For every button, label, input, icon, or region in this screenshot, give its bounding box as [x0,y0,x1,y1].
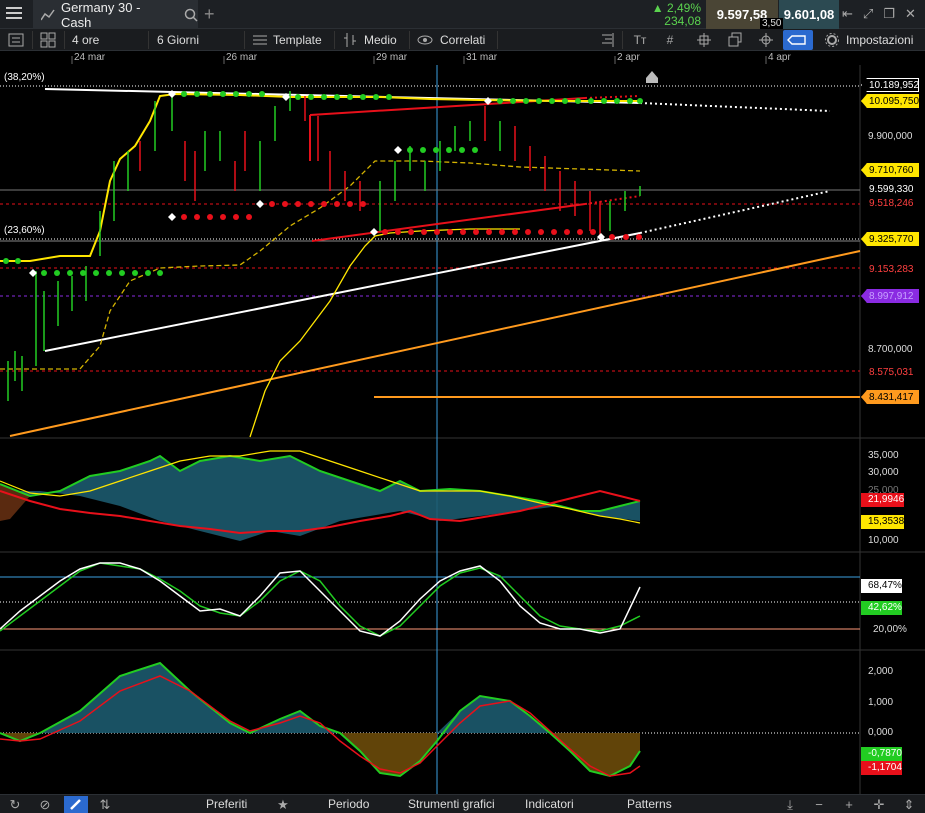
price-axis-label: 9.900,000 [868,131,913,142]
price-level-tag: 8.997,912 [861,289,919,303]
price-level-tag: 10.095,750 [861,94,919,108]
stoch-tag: 42,62% [861,601,902,615]
chart-line-icon [41,9,55,20]
crosshair-tool-icon[interactable] [696,32,712,48]
collapse-icon[interactable]: ⇤ [842,6,853,22]
buy-price-button[interactable]: 9.601,08 [779,0,839,29]
list-icon[interactable] [8,32,24,48]
medio-button[interactable]: Medio [364,29,397,51]
stoch-axis-label: 20,00% [873,624,907,635]
chart-toolbar: 4 ore 6 Giorni Template Medio Correlati … [0,29,925,51]
stoch-tag: 68,47% [861,579,902,593]
range-select[interactable]: 6 Giorni [157,29,199,51]
periodo-button[interactable]: Periodo [328,795,369,813]
strumenti-button[interactable]: Strumenti grafici [408,795,495,813]
gear-icon [825,33,839,47]
pan-vertical-icon[interactable]: ⇕ [900,796,918,813]
price-tag-toggle[interactable] [783,30,813,50]
candle-icon [344,33,356,47]
adx-axis-label: 10,000 [868,535,899,546]
adx-axis-label: 35,000 [868,450,899,461]
chart-canvas[interactable] [0,51,925,794]
price-axis-label: 8.700,000 [868,344,913,355]
price-level-tag: 9.599,330 [861,182,919,196]
menu-icon[interactable] [6,7,22,21]
macd-axis-label: 1,000 [868,697,894,708]
tag-icon [787,35,806,45]
correlati-button[interactable]: Correlati [440,29,485,51]
crosshair-icon[interactable]: ✛ [870,796,888,813]
copy-icon[interactable] [727,32,743,48]
add-tab-icon[interactable]: + [204,4,215,25]
macd-axis-label: 0,000 [868,727,894,738]
fib-label: (38,20%) [4,72,45,83]
block-icon[interactable]: ⊘ [36,796,54,813]
template-button[interactable]: Template [273,29,322,51]
price-change: ▲ 2,49% 234,08 [645,0,705,29]
star-icon[interactable]: ★ [274,796,292,813]
search-icon[interactable] [184,8,198,22]
macd-tag: -0,7870 [861,747,902,761]
align-icon[interactable] [599,32,615,48]
title-bar: Germany 30 - Cash + ▲ 2,49% 234,08 9.597… [0,0,925,30]
template-icon [253,35,267,45]
settings-button[interactable]: Impostazioni [846,29,913,51]
adx-axis-label: 30,000 [868,467,899,478]
bottom-toolbar: ↻ ⊘ ⇅ Preferiti ★ Periodo Strumenti graf… [0,794,925,813]
zoom-in-icon[interactable]: + [840,796,858,813]
adx-tag: 21,9946 [861,493,905,507]
interval-select[interactable]: 4 ore [72,29,99,51]
text-size-icon[interactable]: Tт [630,32,650,48]
price-level-tag: 8.431,417 [861,390,919,404]
price-level-tag: 9.153,283 [861,262,919,276]
zoom-fit-icon[interactable]: ⤓ [781,796,799,813]
price-level-tag: 8.575,031 [861,365,919,379]
draw-tool-button[interactable] [64,796,88,813]
adx-tag: 15,3538 [861,515,905,529]
arrows-vertical-icon[interactable]: ⇅ [96,796,114,813]
zoom-out-icon[interactable]: − [810,796,828,813]
change-percent: 2,49% [666,1,701,15]
tab-title: Germany 30 - Cash [60,0,141,30]
macd-axis-label: 2,000 [868,666,894,677]
expand-icon[interactable]: ⤢ [863,6,873,22]
grid-icon[interactable]: # [662,32,678,48]
preferiti-button[interactable]: Preferiti [206,795,247,813]
macd-tag: -1,1704 [861,761,902,775]
price-level-tag: 9.325,770 [861,232,919,246]
fib-label: (23,60%) [4,225,45,236]
window-icon[interactable]: ❐ [883,6,895,22]
home-marker-icon[interactable] [646,71,658,83]
price-level-tag: 9.710,760 [861,163,919,177]
price-level-tag: 9.518,246 [861,196,919,210]
layout-grid-icon[interactable] [40,32,56,48]
pencil-icon [70,799,81,810]
change-absolute: 234,08 [664,14,701,28]
target-icon[interactable] [758,32,774,48]
refresh-icon[interactable]: ↻ [6,796,24,813]
indicatori-button[interactable]: Indicatori [525,795,574,813]
close-icon[interactable]: ✕ [905,6,916,22]
spread-value: 3,50 [760,18,784,29]
patterns-button[interactable]: Patterns [627,795,672,813]
eye-icon [417,35,433,45]
instrument-tab[interactable]: Germany 30 - Cash [33,0,198,30]
price-level-tag: 10.189,952 [861,78,919,92]
